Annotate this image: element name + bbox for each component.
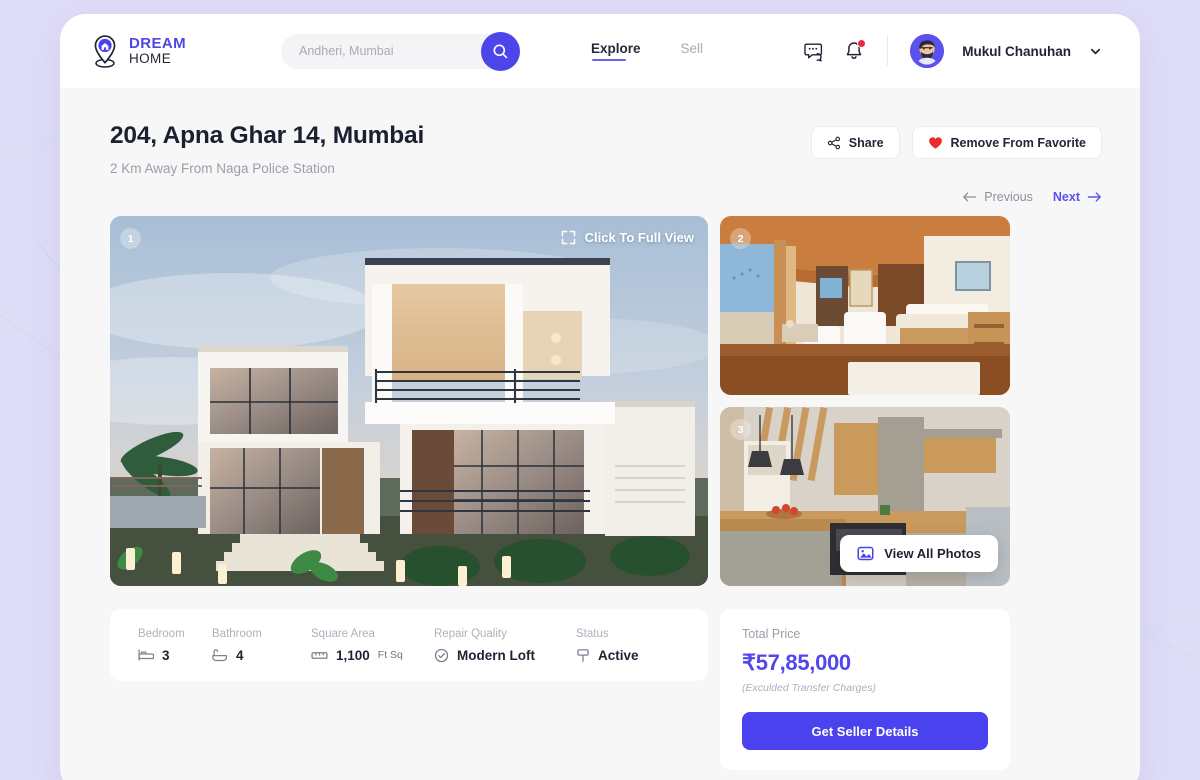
stat-value: 1,100 xyxy=(336,647,370,663)
bed-icon xyxy=(138,649,154,661)
photo-number-badge: 2 xyxy=(730,228,751,249)
full-view-label: Click To Full View xyxy=(584,230,694,245)
chat-bubble-icon xyxy=(804,43,823,62)
stat-status: Status Active xyxy=(576,628,639,663)
stat-bathroom: Bathroom 4 xyxy=(212,628,311,663)
brand-name-line1: DREAM xyxy=(129,34,186,52)
brand-logo[interactable]: DREAM HOME xyxy=(90,34,260,68)
previous-button[interactable]: Previous xyxy=(962,190,1033,204)
get-seller-details-button[interactable]: Get Seller Details xyxy=(742,712,988,750)
share-button[interactable]: Share xyxy=(810,126,900,159)
header-actions: Mukul Chanuhan xyxy=(801,34,1102,68)
user-name[interactable]: Mukul Chanuhan xyxy=(962,44,1071,59)
main-nav: Explore Sell xyxy=(591,41,704,62)
listing-header: 204, Apna Ghar 14, Mumbai 2 Km Away From… xyxy=(110,122,1102,176)
check-circle-icon xyxy=(434,648,449,662)
notifications-button[interactable] xyxy=(843,39,867,62)
listing-subtitle: 2 Km Away From Naga Police Station xyxy=(110,161,335,176)
stat-value: Modern Loft xyxy=(457,647,535,663)
search-icon xyxy=(493,43,508,58)
bedroom-illustration xyxy=(720,216,1010,395)
share-label: Share xyxy=(848,135,884,150)
photo-number-badge: 3 xyxy=(730,419,751,440)
thumbnail-photo-2[interactable]: 2 xyxy=(720,216,1010,395)
hero-photo[interactable]: 1 Click To Full View xyxy=(110,216,708,586)
app-header: DREAM HOME Explore Sell xyxy=(60,14,1140,88)
ruler-icon xyxy=(311,651,328,659)
stat-repair-quality: Repair Quality Modern Loft xyxy=(434,628,576,663)
header-divider xyxy=(887,36,889,66)
stat-label: Square Area xyxy=(311,627,375,640)
page-background: DREAM HOME Explore Sell xyxy=(0,0,1200,780)
stat-label: Bedroom xyxy=(138,627,185,640)
click-to-full-view-button[interactable]: Click To Full View xyxy=(561,230,694,245)
avatar-illustration xyxy=(910,34,945,68)
details-row: Bedroom 3 Bathroom 4 Square Area 1,100 F… xyxy=(110,609,1102,770)
bathtub-icon xyxy=(212,648,228,661)
stat-label: Status xyxy=(576,627,609,640)
search-bar xyxy=(281,31,520,71)
arrow-right-icon xyxy=(1087,192,1101,202)
photo-number-badge: 1 xyxy=(120,228,141,249)
avatar[interactable] xyxy=(910,34,945,68)
thumbnail-column: 2 3 View All Photos xyxy=(720,216,1010,586)
page-title: 204, Apna Ghar 14, Mumbai xyxy=(110,122,425,149)
stat-label: Repair Quality xyxy=(434,627,507,640)
chevron-down-icon[interactable] xyxy=(1089,45,1102,58)
price-value: ₹57,85,000 xyxy=(742,650,851,675)
next-label: Next xyxy=(1052,190,1080,204)
price-note: (Exculded Transfer Charges) xyxy=(742,682,877,694)
view-all-photos-label: View All Photos xyxy=(884,546,981,561)
view-all-photos-button[interactable]: View All Photos xyxy=(840,535,998,572)
stat-square-area: Square Area 1,100 Ft Sq xyxy=(311,628,434,663)
share-icon xyxy=(827,136,840,149)
main-content: 204, Apna Ghar 14, Mumbai 2 Km Away From… xyxy=(60,88,1140,780)
listing-actions: Share Remove From Favorite xyxy=(810,122,1102,159)
image-icon xyxy=(857,546,874,561)
stat-unit: Ft Sq xyxy=(377,649,403,661)
stat-value: 3 xyxy=(162,647,170,663)
flag-icon xyxy=(577,648,589,662)
price-label: Total Price xyxy=(742,627,801,641)
brand-name-line2: HOME xyxy=(129,50,172,66)
stat-label: Bathroom xyxy=(212,627,262,640)
remove-favorite-label: Remove From Favorite xyxy=(950,135,1086,150)
property-stats: Bedroom 3 Bathroom 4 Square Area 1,100 F… xyxy=(110,609,708,681)
search-button[interactable] xyxy=(481,31,520,71)
next-button[interactable]: Next xyxy=(1053,190,1102,204)
expand-icon xyxy=(561,230,575,245)
stat-bedroom: Bedroom 3 xyxy=(138,628,212,663)
gallery-pager: Previous Next xyxy=(110,190,1102,204)
villa-exterior-illustration xyxy=(110,216,708,586)
previous-label: Previous xyxy=(984,190,1033,204)
price-panel: Total Price ₹57,85,000 (Exculded Transfe… xyxy=(720,609,1010,770)
remove-favorite-button[interactable]: Remove From Favorite xyxy=(911,126,1102,159)
stat-value: Active xyxy=(598,647,639,663)
heart-filled-icon xyxy=(928,136,942,149)
stat-value: 4 xyxy=(236,647,244,663)
nav-item-sell[interactable]: Sell xyxy=(681,41,704,61)
messages-button[interactable] xyxy=(801,39,825,63)
arrow-left-icon xyxy=(963,192,977,202)
thumbnail-photo-3[interactable]: 3 View All Photos xyxy=(720,407,1010,586)
map-pin-home-icon xyxy=(94,35,116,68)
nav-item-explore[interactable]: Explore xyxy=(591,41,641,62)
photo-gallery: 1 Click To Full View 2 3 View All Photos xyxy=(110,216,1102,586)
app-window: DREAM HOME Explore Sell xyxy=(60,14,1140,780)
